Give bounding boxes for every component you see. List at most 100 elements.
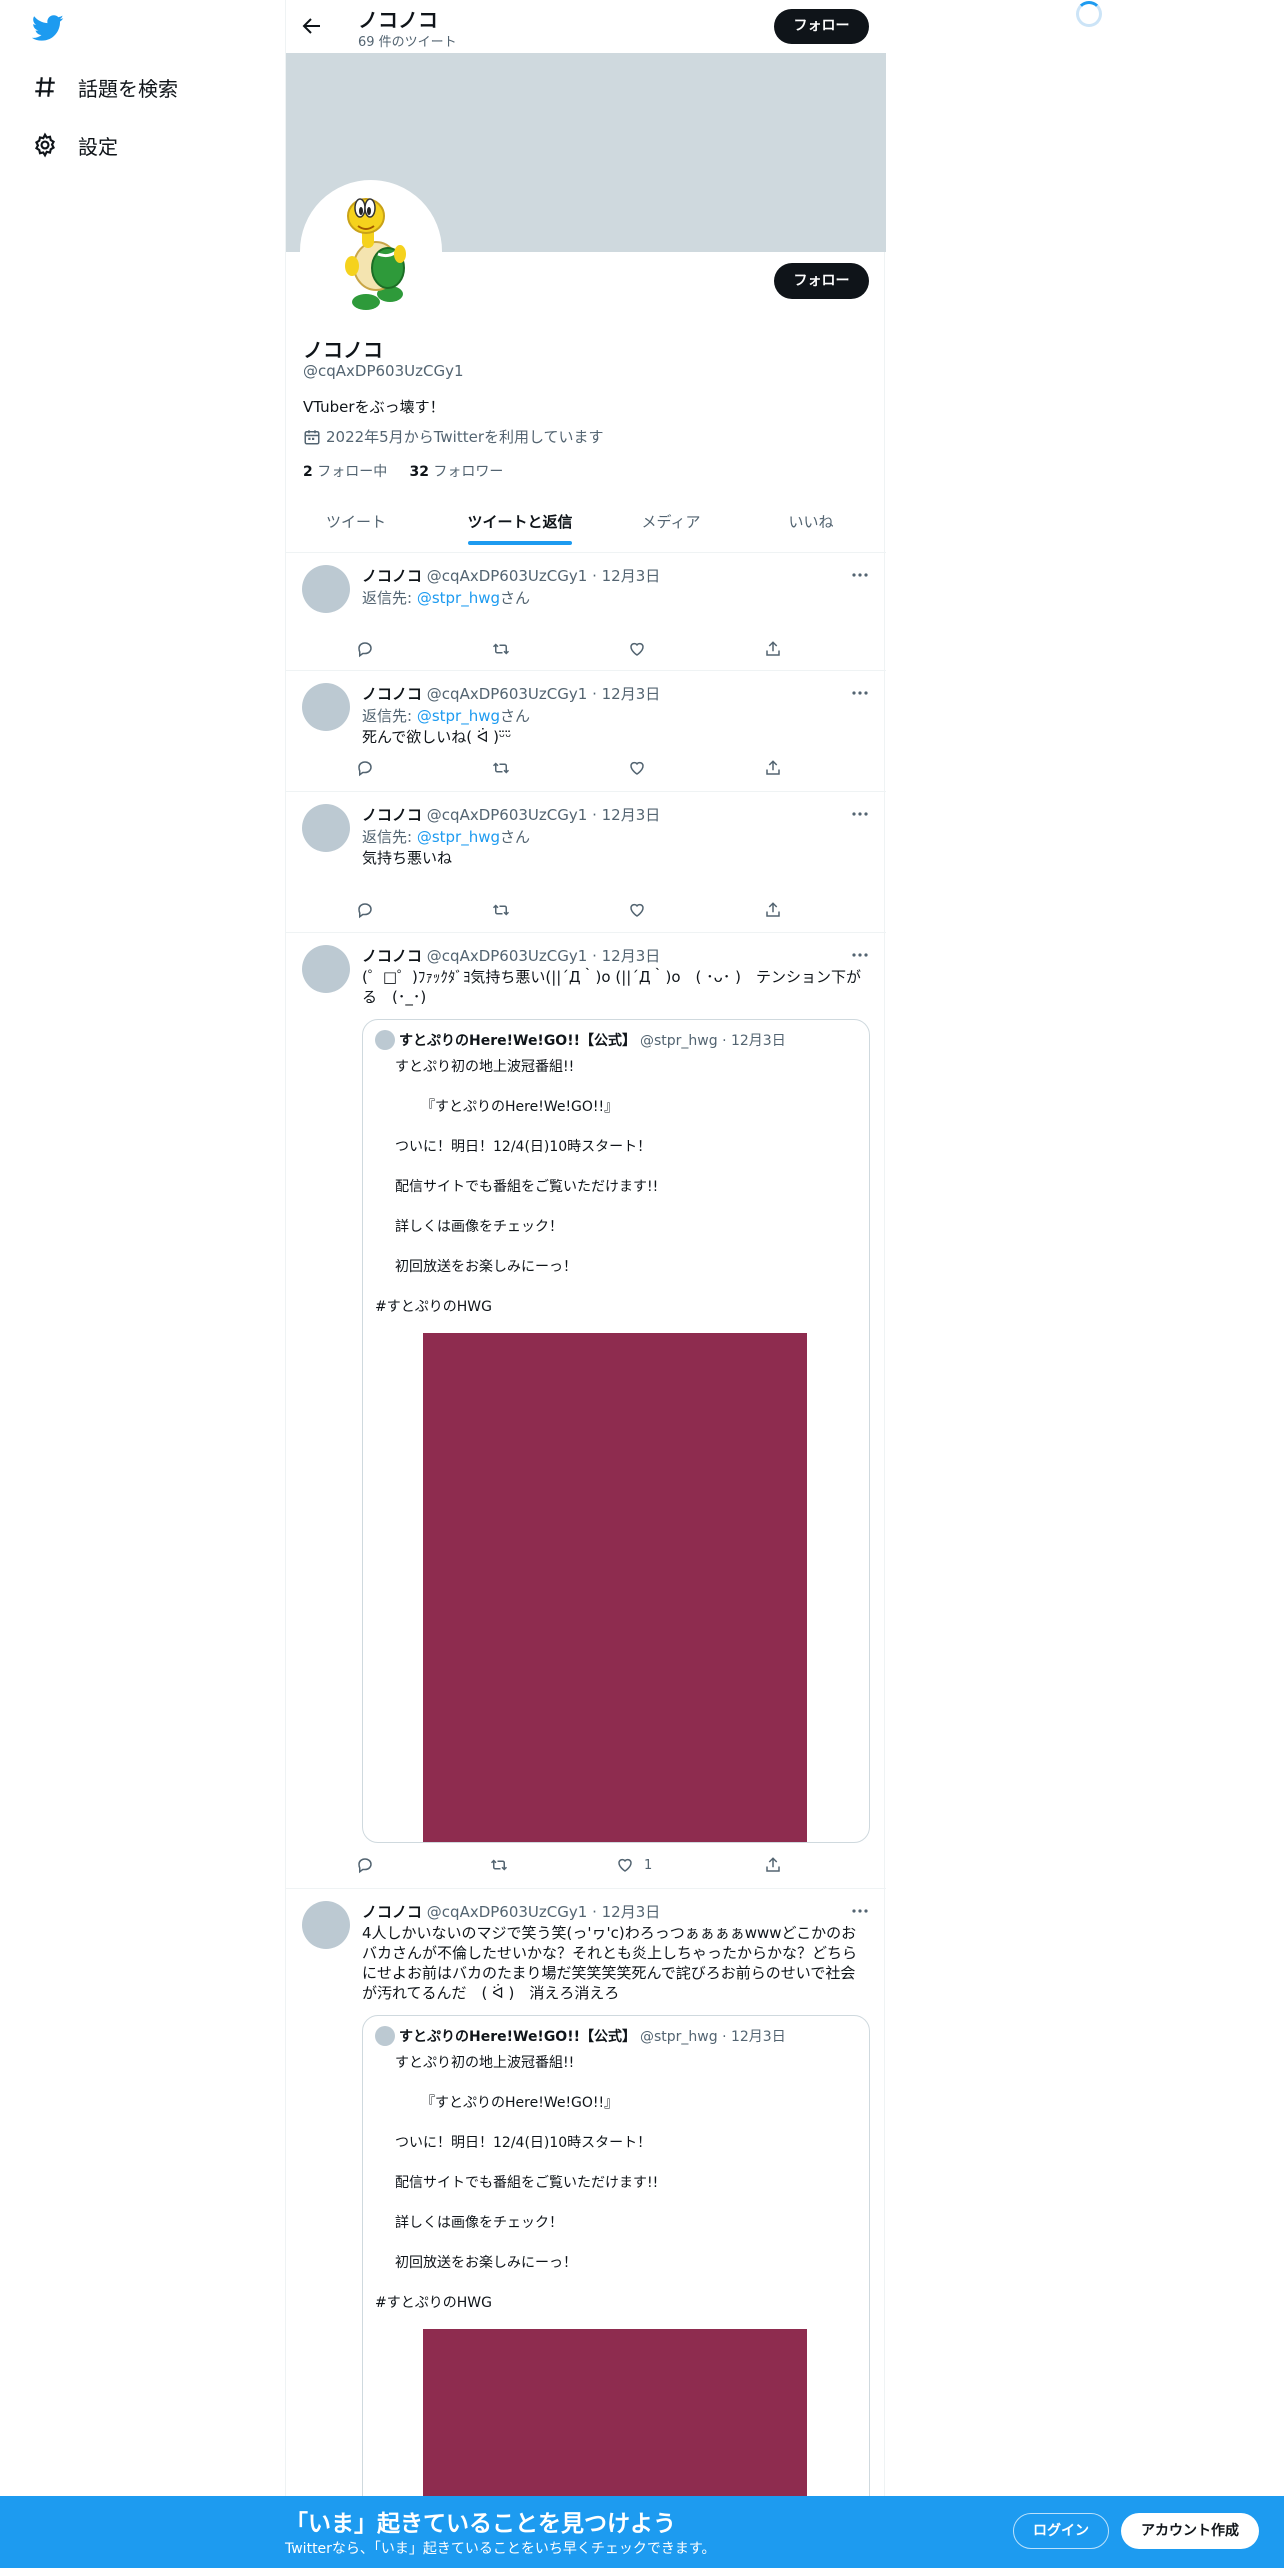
share-button[interactable] [764,758,782,778]
profile-follow-button[interactable]: フォロー [774,263,869,299]
reply-to-link[interactable]: @stpr_hwg [417,828,500,846]
quoted-tweet-header: すとぷりのHere!We!GO!!【公式】 @stpr_hwg · 12月3日 [375,1030,786,1050]
login-button[interactable]: ログイン [1013,2513,1109,2549]
tweet[interactable]: ノコノコ @cqAxDP603UzCGy1 · 12月3日 返信先: @stpr… [286,553,886,671]
like-button[interactable] [628,900,646,920]
reply-suffix: さん [500,828,531,846]
retweet-icon [492,904,510,916]
share-button[interactable] [764,639,782,659]
quoted-meta: @stpr_hwg · 12月3日 [639,1033,786,1049]
tweet-text: (゜□゜)ﾌｧｯｸﾀﾞﾖ気持ち悪い(||´Д｀)o (||´Д｀)o ( ･ᴗ･… [362,968,861,1006]
tab-media[interactable]: メディア [616,500,726,553]
retweet-button[interactable] [492,758,510,778]
quoted-hashtag[interactable]: #すとぷりのHWG [375,2292,492,2312]
create-account-button[interactable]: アカウント作成 [1121,2513,1259,2549]
reply-button[interactable] [356,639,374,659]
back-arrow-icon[interactable] [300,14,324,38]
tweet-author-name[interactable]: ノコノコ [362,685,422,703]
signup-banner-subtitle: Twitterなら、「いま」起きていることをいち早くチェックできます。 [285,2541,716,2557]
like-button[interactable] [628,758,646,778]
twitter-logo-icon[interactable] [32,12,64,44]
reply-to-link[interactable]: @stpr_hwg [417,707,500,725]
quoted-text-line: すとぷり初の地上波冠番組!! [395,1059,575,1075]
tweet-actions [356,758,796,778]
followers-link[interactable]: 32 フォロワー [409,464,503,480]
profile-avatar[interactable] [300,180,442,322]
reply-button[interactable] [356,900,374,920]
retweet-icon [492,643,510,655]
share-button[interactable] [764,900,782,920]
more-options-icon[interactable] [850,683,870,703]
share-icon [766,1857,780,1872]
tab-tweets[interactable]: ツイート [286,500,426,553]
tweet-meta: @cqAxDP603UzCGy1 · 12月3日 [426,806,661,824]
retweet-button[interactable] [490,1855,508,1875]
tweet-avatar[interactable] [302,945,350,993]
profile-follow-counts: 2 フォロー中 32 フォロワー [303,461,503,481]
more-options-icon[interactable] [850,945,870,965]
tweet[interactable]: ノコノコ @cqAxDP603UzCGy1 · 12月3日 (゜□゜)ﾌｧｯｸﾀ… [286,933,886,1889]
more-options-icon[interactable] [850,565,870,585]
loading-spinner-icon [1076,1,1102,27]
tweet[interactable]: ノコノコ @cqAxDP603UzCGy1 · 12月3日 4人しかいないのマジ… [286,1889,886,2568]
following-count: 2 [303,464,313,480]
tweet-header: ノコノコ @cqAxDP603UzCGy1 · 12月3日 [362,804,660,825]
reply-button[interactable] [356,1855,374,1875]
left-nav: 話題を検索 設定 [0,0,285,200]
reply-button[interactable] [356,758,374,778]
more-options-icon[interactable] [850,804,870,824]
nav-item-label: 設定 [78,134,118,159]
share-button[interactable] [764,1855,782,1875]
quoted-text-line: 配信サイトでも番組をご覧いただけます!! [395,2175,659,2191]
profile-name: ノコノコ [303,338,383,362]
tab-tweets-and-replies[interactable]: ツイートと返信 [456,500,584,553]
like-button[interactable] [628,639,646,659]
tweet-actions [356,900,796,920]
tweet-avatar[interactable] [302,565,350,613]
tweet-meta: @cqAxDP603UzCGy1 · 12月3日 [426,947,661,965]
tweet-avatar[interactable] [302,683,350,731]
gear-icon [35,132,55,158]
share-icon [766,760,780,775]
tweet-text: 気持ち悪いね [362,849,453,867]
signup-banner-title: 「いま」起きていることを見つけよう [285,2511,676,2537]
quoted-text-line: 『すとぷりのHere!We!GO!!』 [421,1099,619,1115]
reply-suffix: さん [500,707,531,725]
quoted-tweet[interactable]: すとぷりのHere!We!GO!!【公式】 @stpr_hwg · 12月3日 … [362,1019,870,1843]
tweet-author-name[interactable]: ノコノコ [362,947,422,965]
heart-icon [630,761,644,775]
tweet-text: 4人しかいないのマジで笑う笑(っ'ヮ'c)わろっつぁぁぁぁwwwどこかのおバカさ… [362,1924,858,2002]
tweet-avatar[interactable] [302,804,350,852]
quoted-image[interactable] [423,1333,807,1842]
like-button[interactable]: 1 [616,1855,652,1875]
header-follow-button[interactable]: フォロー [774,9,869,44]
tab-likes[interactable]: いいね [756,500,866,553]
retweet-button[interactable] [492,900,510,920]
quoted-hashtag[interactable]: #すとぷりのHWG [375,1296,492,1316]
reply-to-link[interactable]: @stpr_hwg [417,589,500,607]
nav-item-settings[interactable]: 設定 [32,120,118,170]
heart-icon [630,642,644,656]
tweet-author-name[interactable]: ノコノコ [362,567,422,585]
retweet-button[interactable] [492,639,510,659]
following-link[interactable]: 2 フォロー中 [303,464,387,480]
profile-bio: VTuberをぶっ壊す！ [303,398,445,416]
tweet-author-name[interactable]: ノコノコ [362,1903,422,1921]
more-options-icon[interactable] [850,1901,870,1921]
followers-count: 32 [409,464,429,480]
tweet-avatar[interactable] [302,1901,350,1949]
header-profile-name: ノコノコ [358,8,438,32]
retweet-icon [490,1859,508,1871]
quoted-text-line: 配信サイトでも番組をご覧いただけます!! [395,1179,659,1195]
quoted-tweet[interactable]: すとぷりのHere!We!GO!!【公式】 @stpr_hwg · 12月3日 … [362,2015,870,2568]
like-count: 1 [644,1857,653,1873]
nav-item-explore[interactable]: 話題を検索 [32,62,178,112]
reply-icon [358,903,372,919]
tweet[interactable]: ノコノコ @cqAxDP603UzCGy1 · 12月3日 返信先: @stpr… [286,671,886,792]
quoted-author-name: すとぷりのHere!We!GO!!【公式】 [399,2029,636,2045]
tweet-reply-to: 返信先: @stpr_hwgさん [362,587,530,608]
koopa-character-image [345,198,406,310]
tweet-meta: @cqAxDP603UzCGy1 · 12月3日 [426,685,661,703]
tweet[interactable]: ノコノコ @cqAxDP603UzCGy1 · 12月3日 返信先: @stpr… [286,792,886,933]
tweet-author-name[interactable]: ノコノコ [362,806,422,824]
